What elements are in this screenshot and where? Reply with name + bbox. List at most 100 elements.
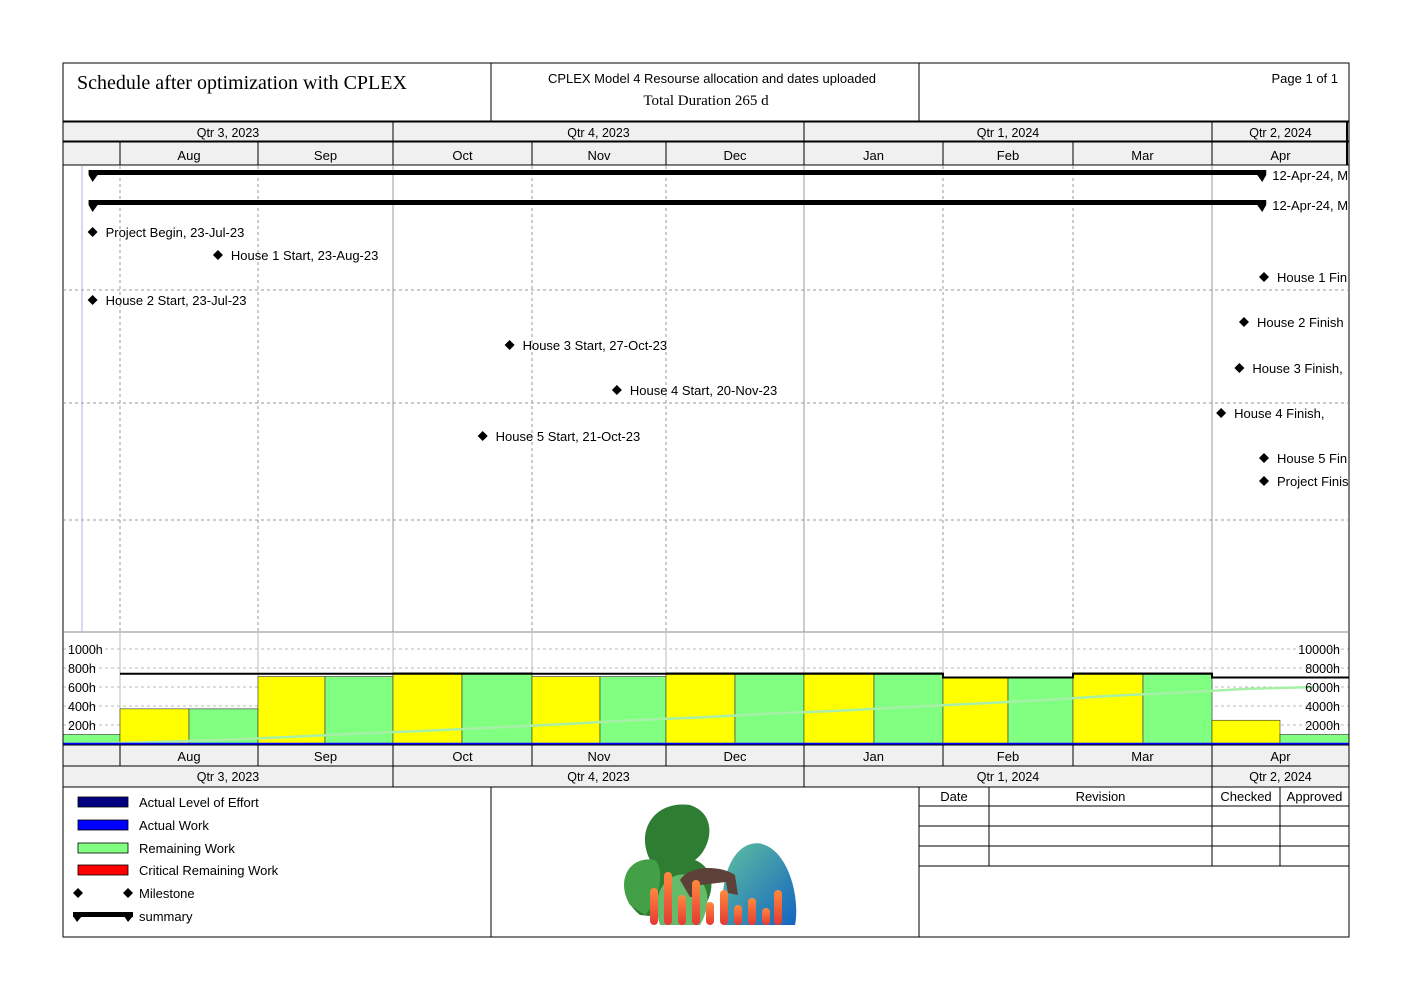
bottom-month-label: Mar bbox=[1131, 749, 1154, 764]
legend-label: Actual Level of Effort bbox=[139, 795, 259, 810]
milestone-diamond bbox=[1216, 408, 1227, 418]
remaining-work-bar bbox=[599, 676, 667, 745]
logo-post bbox=[650, 888, 658, 925]
top-month-label: Dec bbox=[723, 148, 747, 163]
logo-post bbox=[734, 905, 742, 925]
milestone-label: House 1 Fin bbox=[1277, 270, 1347, 285]
summary-finish-label: 12-Apr-24, M bbox=[1272, 198, 1348, 213]
remaining-work-bar bbox=[665, 672, 736, 745]
bottom-month-label: Dec bbox=[723, 749, 747, 764]
milestone-label: Project Begin, 23-Jul-23 bbox=[106, 225, 245, 240]
milestone-diamond bbox=[1234, 363, 1245, 373]
gantt-chart: Schedule after optimization with CPLEX CP… bbox=[62, 62, 1350, 938]
milestone-diamond bbox=[1259, 453, 1269, 463]
schedule-page: Schedule after optimization with CPLEX CP… bbox=[0, 0, 1414, 1000]
legend-label: Milestone bbox=[139, 886, 195, 901]
milestone-diamond bbox=[87, 295, 98, 305]
bottom-quarter-label: Qtr 1, 2024 bbox=[977, 770, 1040, 784]
logo-post bbox=[706, 902, 714, 925]
bottom-quarter-label: Qtr 3, 2023 bbox=[197, 770, 260, 784]
y-right-tick-label: 8000h bbox=[1305, 662, 1340, 676]
bottom-month-label: Oct bbox=[452, 749, 473, 764]
y-right-tick-label: 4000h bbox=[1305, 700, 1340, 714]
top-month-label: Sep bbox=[314, 148, 337, 163]
top-month-label: Oct bbox=[452, 148, 473, 163]
bottom-month-label: Nov bbox=[587, 749, 611, 764]
revision-table-header: Date bbox=[940, 789, 967, 804]
legend-label: Actual Work bbox=[139, 818, 209, 833]
milestone-label: House 4 Finish, bbox=[1234, 406, 1324, 421]
milestone-diamond bbox=[611, 385, 622, 395]
milestone-diamond bbox=[87, 227, 98, 237]
total-duration: Total Duration 265 d bbox=[643, 93, 769, 109]
legend-swatch bbox=[77, 796, 129, 808]
logo-post bbox=[692, 880, 700, 925]
remaining-work-bar bbox=[119, 708, 190, 745]
legend-summary-bar bbox=[73, 912, 133, 917]
milestone-diamond bbox=[504, 340, 515, 350]
milestone-label: House 5 Fin bbox=[1277, 451, 1347, 466]
y-left-tick-label: 400h bbox=[68, 700, 96, 714]
legend-swatch bbox=[77, 864, 129, 876]
logo-post bbox=[678, 895, 686, 925]
milestone-label: House 1 Start, 23-Aug-23 bbox=[231, 248, 378, 263]
legend-milestone-icon bbox=[123, 888, 133, 898]
remaining-work-bar bbox=[461, 672, 533, 745]
bottom-month-band bbox=[62, 744, 1350, 767]
top-month-label: Mar bbox=[1131, 148, 1154, 163]
summary-bar bbox=[88, 200, 1267, 205]
top-month-band bbox=[62, 141, 1350, 166]
logo-post bbox=[720, 890, 728, 925]
milestone-diamond bbox=[1259, 272, 1269, 282]
bottom-month-label: Feb bbox=[997, 749, 1019, 764]
legend-swatch bbox=[77, 819, 129, 831]
summary-start-cap bbox=[88, 175, 98, 182]
milestone-diamond bbox=[477, 431, 488, 441]
legend-summary-cap bbox=[124, 916, 133, 922]
remaining-work-bar bbox=[1211, 719, 1281, 745]
milestone-diamond bbox=[212, 250, 223, 260]
logo-illustration bbox=[624, 804, 797, 925]
logo-post bbox=[748, 898, 756, 925]
y-left-tick-label: 200h bbox=[68, 719, 96, 733]
y-right-tick-label: 2000h bbox=[1305, 719, 1340, 733]
summary-bar bbox=[88, 170, 1267, 175]
milestone-label: House 2 Start, 23-Jul-23 bbox=[106, 293, 247, 308]
top-quarter-label: Qtr 1, 2024 bbox=[977, 126, 1040, 140]
top-month-label: Nov bbox=[587, 148, 611, 163]
page-title: Schedule after optimization with CPLEX bbox=[77, 72, 407, 94]
remaining-work-bar bbox=[1279, 734, 1350, 745]
y-left-tick-label: 600h bbox=[68, 681, 96, 695]
y-right-tick-label: 6000h bbox=[1305, 681, 1340, 695]
summary-start-cap bbox=[88, 205, 98, 212]
revision-table-header: Revision bbox=[1076, 789, 1126, 804]
revision-table-header: Checked bbox=[1220, 789, 1271, 804]
legend-swatch bbox=[77, 842, 129, 854]
top-quarter-label: Qtr 4, 2023 bbox=[567, 126, 630, 140]
milestone-label: House 3 Finish, bbox=[1252, 361, 1342, 376]
remaining-work-bar bbox=[257, 676, 326, 745]
y-right-tick-label: 10000h bbox=[1298, 643, 1340, 657]
top-month-label: Jan bbox=[863, 148, 884, 163]
legend-label: summary bbox=[139, 909, 193, 924]
bottom-month-label: Jan bbox=[863, 749, 884, 764]
y-left-tick-label: 800h bbox=[68, 662, 96, 676]
logo-post bbox=[774, 890, 782, 925]
remaining-work-bar bbox=[392, 672, 463, 745]
bottom-quarter-label: Qtr 4, 2023 bbox=[567, 770, 630, 784]
milestone-label: House 3 Start, 27-Oct-23 bbox=[523, 338, 668, 353]
model-description: CPLEX Model 4 Resourse allocation and da… bbox=[548, 71, 876, 86]
milestone-diamond bbox=[1259, 476, 1269, 486]
remaining-work-bar bbox=[1072, 672, 1144, 745]
remaining-work-bar bbox=[734, 672, 805, 745]
logo-post bbox=[664, 872, 672, 925]
top-month-label: Apr bbox=[1270, 148, 1291, 163]
revision-table-header: Approved bbox=[1287, 789, 1343, 804]
legend-summary-cap bbox=[73, 916, 82, 922]
top-month-label: Aug bbox=[177, 148, 200, 163]
milestone-label: House 4 Start, 20-Nov-23 bbox=[630, 383, 777, 398]
bottom-month-label: Sep bbox=[314, 749, 337, 764]
remaining-work-bar bbox=[531, 676, 601, 745]
summary-finish-label: 12-Apr-24, M bbox=[1272, 168, 1348, 183]
remaining-work-bar bbox=[942, 677, 1009, 745]
